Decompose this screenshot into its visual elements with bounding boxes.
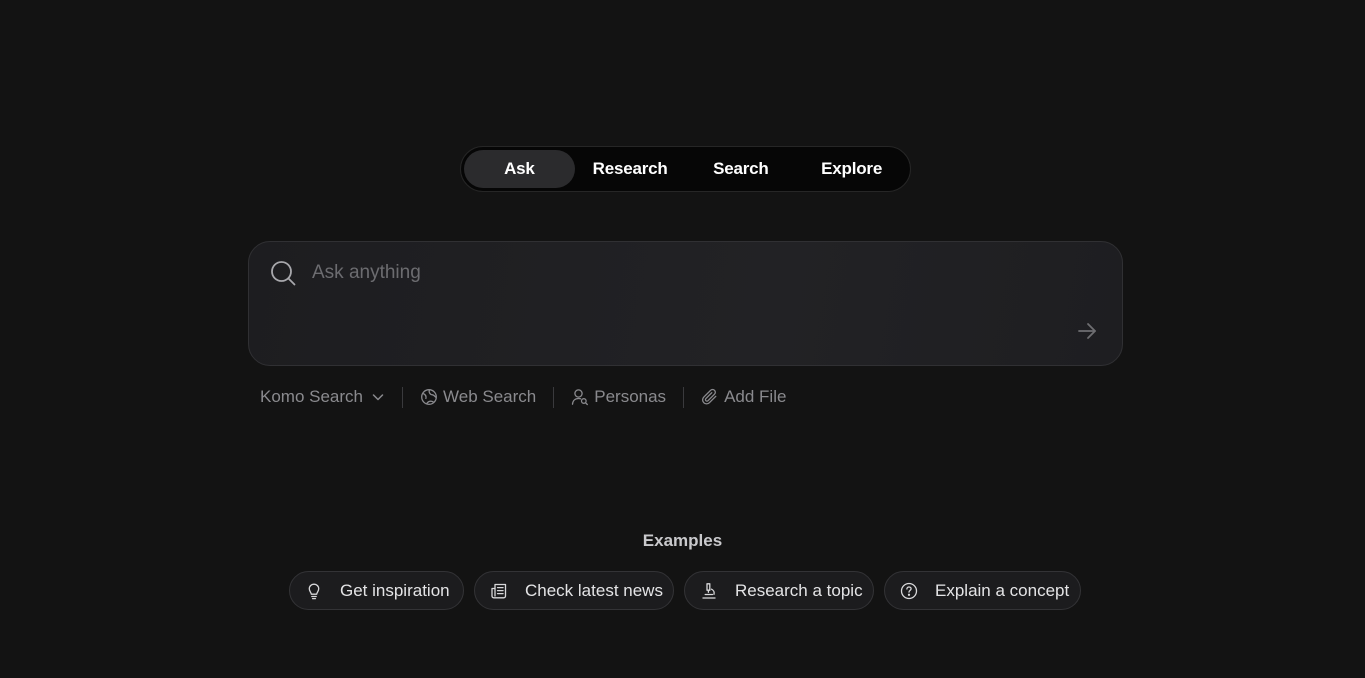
example-explain-a-concept[interactable]: Explain a concept (884, 571, 1081, 610)
example-research-a-topic[interactable]: Research a topic (684, 571, 874, 610)
tab-research[interactable]: Research (575, 150, 686, 188)
tab-search[interactable]: Search (686, 150, 797, 188)
example-check-latest-news[interactable]: Check latest news (474, 571, 674, 610)
example-get-inspiration[interactable]: Get inspiration (289, 571, 464, 610)
add-file-button[interactable]: Add File (701, 387, 786, 407)
tab-ask[interactable]: Ask (464, 150, 575, 188)
paperclip-icon (702, 388, 717, 405)
example-label: Get inspiration (340, 580, 450, 600)
lightbulb-icon (308, 583, 320, 599)
chevron-down-icon (372, 394, 384, 401)
web-search-label: Web Search (443, 387, 537, 406)
search-input[interactable] (312, 256, 1072, 290)
model-selector[interactable]: Komo Search (260, 387, 385, 407)
personas-label: Personas (594, 387, 667, 406)
user-search-icon (572, 389, 589, 406)
newspaper-icon (491, 583, 507, 598)
globe-icon (421, 389, 437, 405)
search-box (248, 241, 1123, 366)
example-label: Explain a concept (935, 580, 1070, 600)
add-file-label: Add File (724, 387, 787, 406)
web-search-button[interactable]: Web Search (420, 387, 536, 407)
toolbar-divider (402, 386, 403, 408)
arrow-right-icon[interactable] (1075, 319, 1099, 343)
example-label: Research a topic (735, 580, 863, 600)
model-selector-label: Komo Search (260, 387, 363, 406)
search-icon (271, 261, 296, 286)
toolbar-divider (683, 386, 685, 408)
search-toolbar: Komo Search Web Search Personas Add File (260, 384, 786, 410)
mode-tabs: Ask Research Search Explore (460, 146, 911, 192)
page: Ask Research Search Explore Komo Search (0, 0, 1365, 678)
question-circle-icon (900, 582, 918, 599)
microscope-icon (702, 582, 716, 599)
tab-explore[interactable]: Explore (796, 150, 907, 188)
personas-button[interactable]: Personas (571, 387, 666, 407)
toolbar-divider (553, 386, 555, 408)
examples-title: Examples (642, 531, 723, 550)
example-label: Check latest news (525, 580, 663, 600)
